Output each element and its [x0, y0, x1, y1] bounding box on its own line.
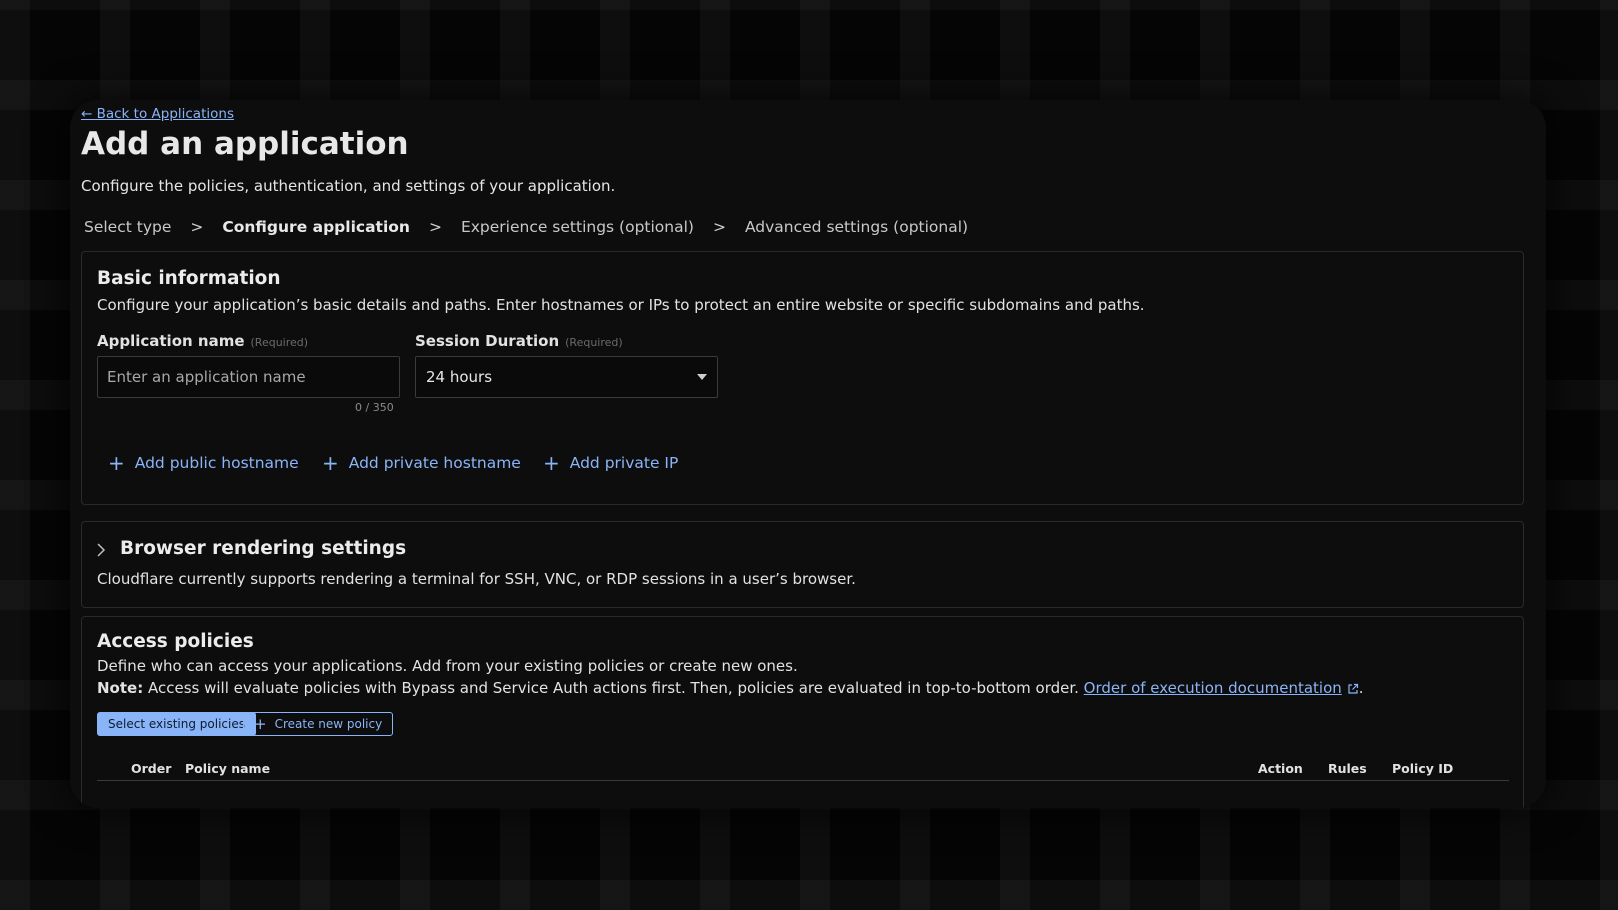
create-new-policy-button[interactable]: + Create new policy: [243, 712, 394, 736]
add-public-hostname-label: Add public hostname: [134, 454, 299, 472]
note-label: Note:: [97, 679, 144, 697]
required-marker: (Required): [565, 336, 623, 349]
application-name-label: Application name (Required): [97, 332, 308, 350]
plus-icon: +: [322, 451, 339, 475]
access-policies-title: Access policies: [97, 631, 254, 652]
page-title: Add an application: [81, 126, 409, 162]
add-private-ip-button[interactable]: + Add private IP: [543, 453, 678, 473]
access-policies-note: Note: Access will evaluate policies with…: [97, 679, 1364, 699]
column-action[interactable]: Action: [1258, 761, 1303, 776]
step-separator: >: [190, 218, 204, 236]
column-policy-name[interactable]: Policy name: [185, 761, 270, 776]
session-duration-label: Session Duration (Required): [415, 332, 623, 350]
basic-information-title: Basic information: [97, 268, 281, 289]
note-end: .: [1358, 679, 1364, 697]
step-advanced-settings[interactable]: Advanced settings (optional): [745, 218, 968, 236]
add-private-ip-label: Add private IP: [569, 454, 679, 472]
policies-table-header: Order Policy name Action Rules Policy ID: [97, 753, 1509, 781]
step-experience-settings[interactable]: Experience settings (optional): [461, 218, 694, 236]
add-public-hostname-button[interactable]: + Add public hostname: [108, 453, 299, 473]
access-policies-description: Define who can access your applications.…: [97, 657, 798, 675]
browser-rendering-card: Browser rendering settings Cloudflare cu…: [81, 521, 1524, 608]
step-separator: >: [712, 218, 726, 236]
page-subtitle: Configure the policies, authentication, …: [81, 177, 616, 195]
column-order[interactable]: Order: [131, 761, 171, 776]
step-separator: >: [428, 218, 442, 236]
caret-down-icon: [697, 374, 707, 380]
session-duration-select[interactable]: 24 hours: [415, 356, 718, 398]
session-duration-value: 24 hours: [426, 368, 493, 386]
back-to-applications-link[interactable]: ← Back to Applications: [81, 106, 234, 122]
required-marker: (Required): [250, 336, 309, 349]
character-counter: 0 / 350: [355, 401, 394, 414]
note-text: Access will evaluate policies with Bypas…: [143, 679, 1084, 697]
column-policy-id[interactable]: Policy ID: [1392, 761, 1453, 776]
access-policies-card: Access policies Define who can access yo…: [81, 616, 1524, 808]
select-existing-policies-button[interactable]: Select existing policies: [97, 712, 256, 736]
browser-rendering-title[interactable]: Browser rendering settings: [120, 538, 406, 559]
create-new-policy-label: Create new policy: [274, 717, 383, 731]
app-panel: ← Back to Applications Add an applicatio…: [70, 100, 1546, 808]
external-link-icon[interactable]: [1347, 681, 1359, 699]
column-rules[interactable]: Rules: [1328, 761, 1367, 776]
add-private-hostname-button[interactable]: + Add private hostname: [322, 453, 521, 473]
chevron-right-icon[interactable]: [96, 543, 106, 561]
plus-icon: +: [543, 451, 560, 475]
add-private-hostname-label: Add private hostname: [348, 454, 521, 472]
step-select-type[interactable]: Select type: [84, 218, 171, 236]
plus-icon: +: [108, 451, 125, 475]
step-configure-application[interactable]: Configure application: [222, 218, 410, 236]
order-of-execution-link[interactable]: Order of execution documentation: [1084, 679, 1342, 697]
browser-rendering-description: Cloudflare currently supports rendering …: [97, 570, 856, 588]
step-breadcrumb: Select type > Configure application > Ex…: [84, 218, 968, 236]
application-name-input[interactable]: [97, 356, 400, 398]
plus-icon: +: [254, 714, 267, 733]
basic-information-description: Configure your application’s basic detai…: [97, 296, 1145, 314]
session-duration-label-text: Session Duration: [415, 332, 560, 350]
basic-information-card: Basic information Configure your applica…: [81, 251, 1524, 505]
application-name-label-text: Application name: [97, 332, 245, 350]
